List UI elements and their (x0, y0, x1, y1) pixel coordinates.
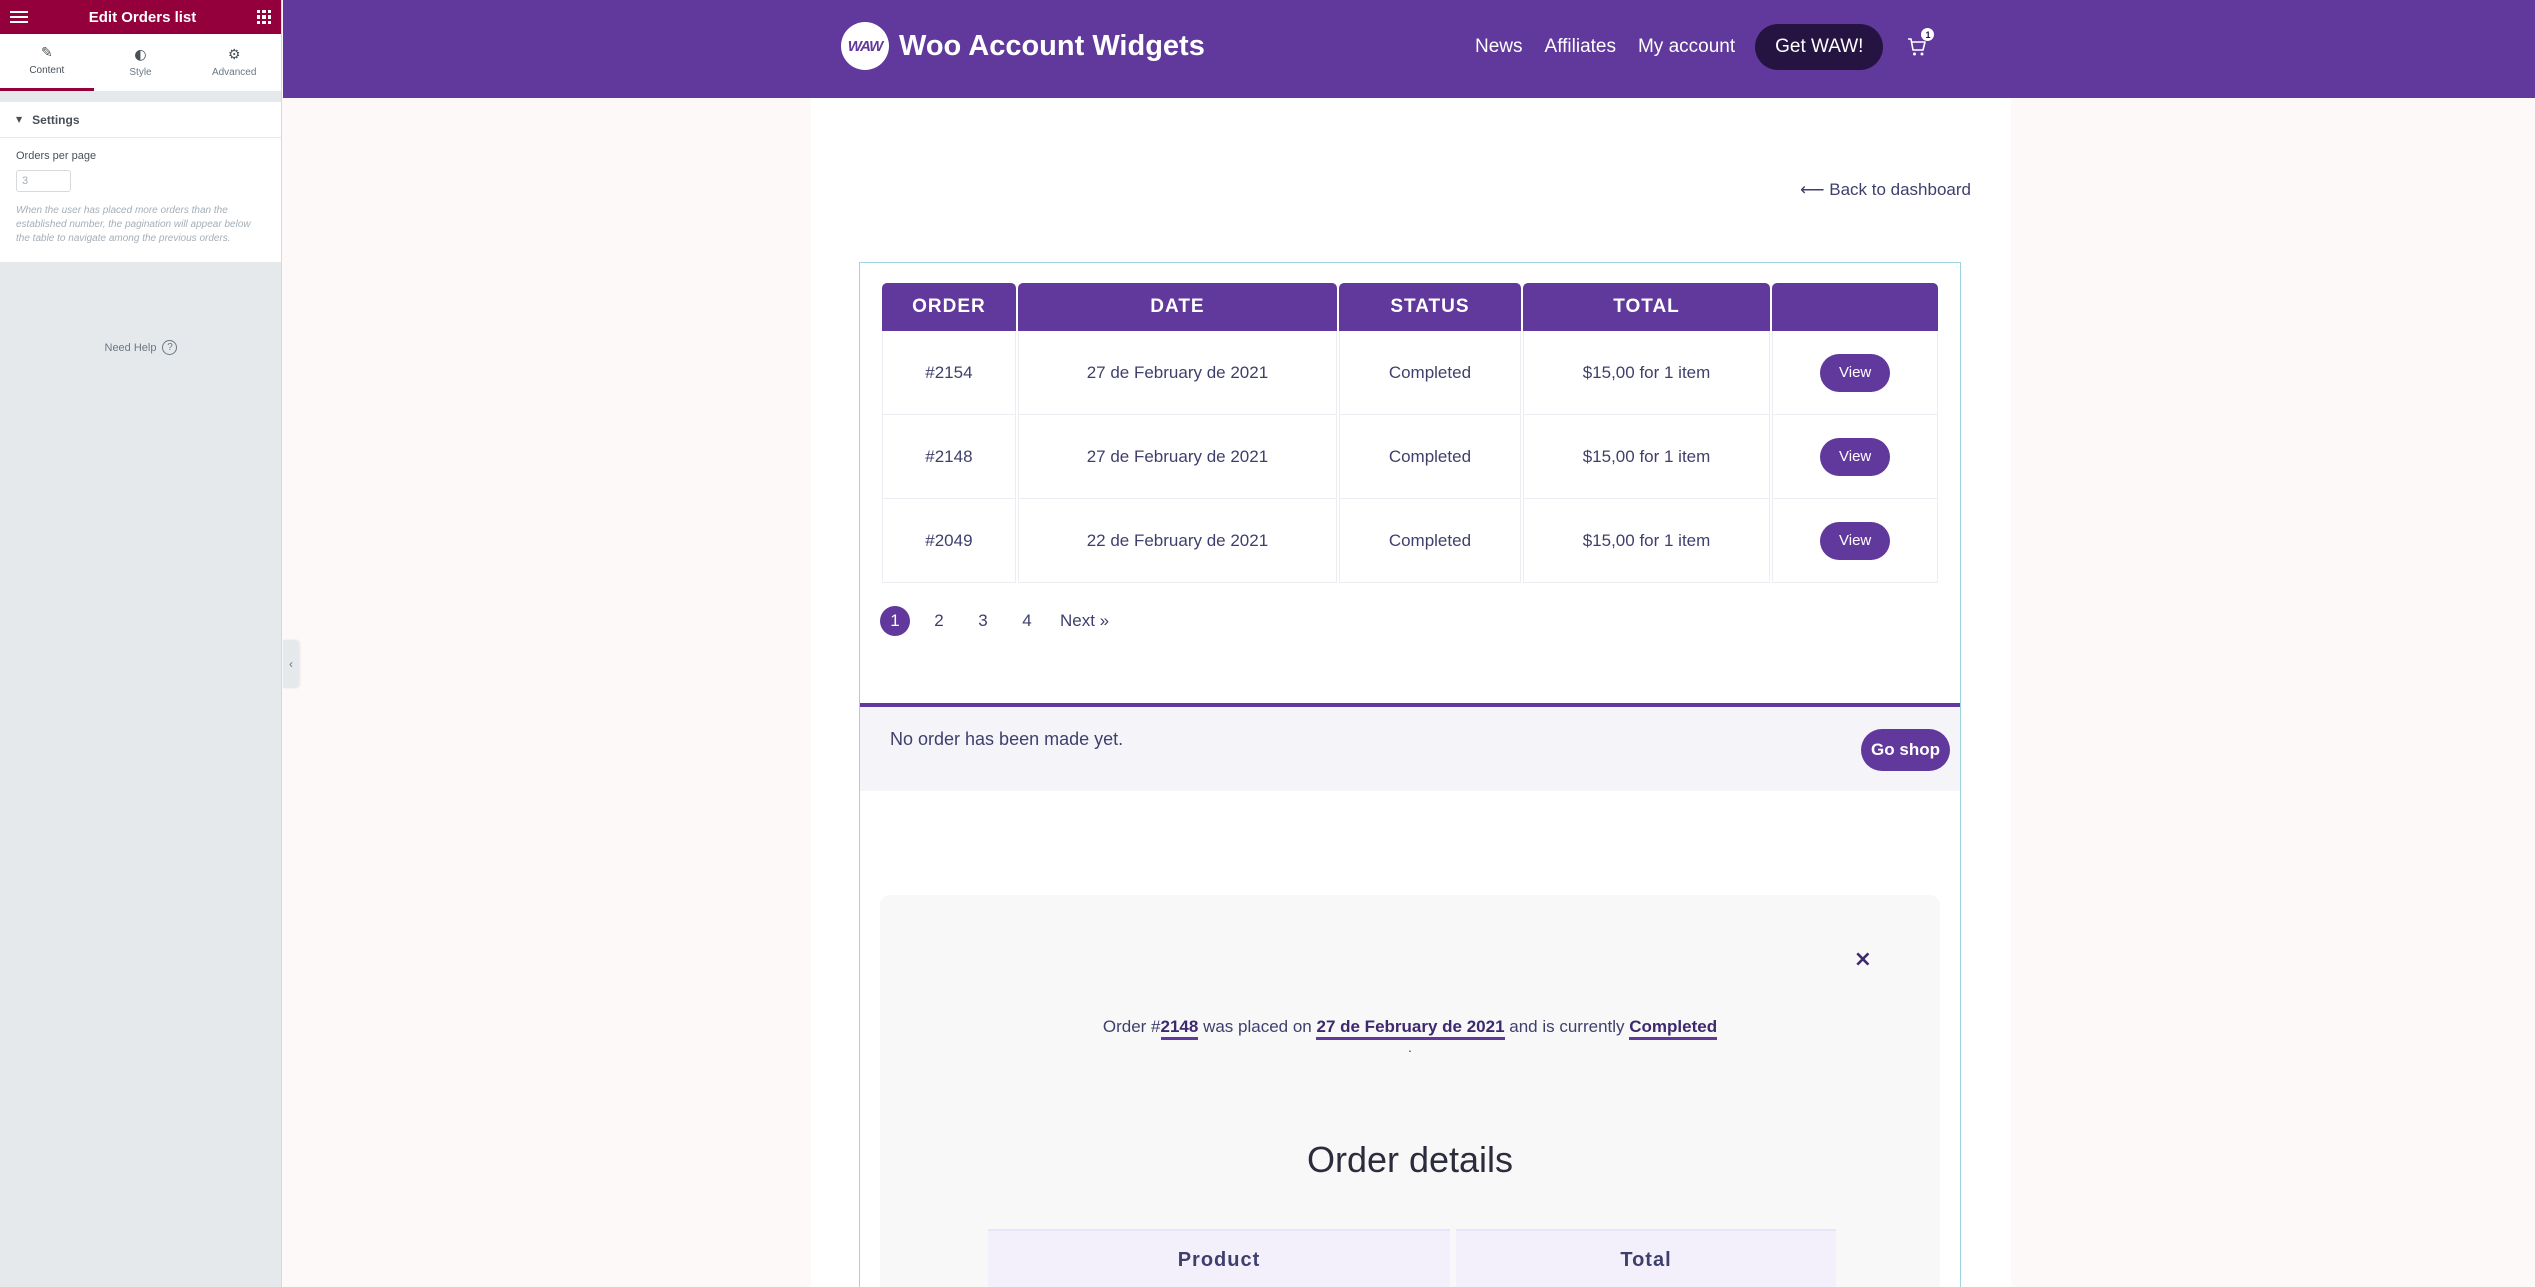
order-total: $15,00 for 1 item (1522, 331, 1771, 415)
pagination: 1 2 3 4 Next » (880, 606, 1109, 636)
order-summary-text: Order #2148 was placed on 27 de February… (880, 1017, 1940, 1040)
get-waw-button[interactable]: Get WAW! (1755, 24, 1884, 70)
order-status: Completed (1339, 415, 1521, 499)
order-detail-panel: × Order #2148 was placed on 27 de Februa… (880, 895, 1940, 1287)
panel-header: Edit Orders list (0, 0, 281, 34)
orders-per-page-input[interactable] (16, 170, 71, 192)
pencil-icon: ✎ (40, 45, 53, 61)
order-actions: View (1772, 499, 1938, 583)
settings-section-title: Settings (32, 112, 80, 127)
go-shop-button[interactable]: Go shop (1861, 729, 1950, 771)
cart-count-badge: 1 (1921, 28, 1935, 41)
order-date: 27 de February de 2021 (1017, 331, 1338, 415)
tab-style[interactable]: ◐ Style (94, 34, 188, 91)
next-page-link[interactable]: Next » (1060, 611, 1109, 631)
nav-my-account[interactable]: My account (1638, 36, 1735, 58)
order-total: $15,00 for 1 item (1522, 499, 1771, 583)
tab-advanced-label: Advanced (211, 66, 257, 78)
panel-tabs: ✎ Content ◐ Style ⚙ Advanced (0, 34, 281, 92)
page-content: ⟵ Back to dashboard ORDER DATE STATUS TO… (811, 98, 2011, 1287)
summary-placed: was placed on (1198, 1017, 1317, 1036)
summary-order-date: 27 de February de 2021 (1316, 1017, 1505, 1040)
summary-prefix: Order # (1102, 1017, 1161, 1036)
back-to-dashboard-link[interactable]: ⟵ Back to dashboard (1800, 180, 1971, 200)
order-number: #2148 (882, 415, 1016, 499)
nav-affiliates[interactable]: Affiliates (1545, 36, 1616, 58)
order-details-table-header: Product Total (988, 1229, 1836, 1287)
summary-order-status: Completed (1629, 1017, 1718, 1040)
table-row: #2148 27 de February de 2021 Completed $… (882, 415, 1938, 499)
help-icon: ? (162, 340, 178, 355)
editor-panel: Edit Orders list ✎ Content ◐ Style ⚙ Adv… (0, 0, 282, 1287)
settings-section-toggle[interactable]: ▼ Settings (0, 102, 281, 138)
site-header: WAW Woo Account Widgets News Affiliates … (283, 0, 2535, 98)
column-header-total: TOTAL (1522, 283, 1771, 331)
order-details-title: Order details (1306, 1139, 1514, 1180)
empty-orders-message: No order has been made yet. (890, 729, 1124, 749)
menu-icon[interactable] (10, 11, 28, 23)
orders-per-page-description: When the user has placed more orders tha… (16, 205, 251, 244)
empty-orders-notice: No order has been made yet. Go shop (860, 703, 1960, 791)
gear-icon: ⚙ (227, 46, 241, 63)
summary-order-number: 2148 (1160, 1017, 1199, 1040)
order-date: 27 de February de 2021 (1017, 415, 1338, 499)
column-header-order: ORDER (882, 283, 1016, 331)
order-status: Completed (1339, 331, 1521, 415)
nav-news[interactable]: News (1475, 36, 1523, 58)
order-actions: View (1772, 331, 1938, 415)
page-2-link[interactable]: 2 (924, 606, 954, 636)
details-column-product: Product (988, 1229, 1450, 1287)
widgets-grid-icon[interactable] (257, 10, 271, 24)
tab-content-label: Content (29, 65, 65, 76)
page-1-link[interactable]: 1 (880, 606, 910, 636)
view-order-button[interactable]: View (1820, 437, 1891, 476)
orders-widget[interactable]: ORDER DATE STATUS TOTAL #2154 27 de Febr… (859, 262, 1961, 1287)
summary-status-text: and is currently (1504, 1017, 1630, 1036)
orders-per-page-control: Orders per page When the user has placed… (0, 138, 281, 262)
need-help-label: Need Help (104, 341, 157, 354)
order-number: #2049 (882, 499, 1016, 583)
table-row: #2049 22 de February de 2021 Completed $… (882, 499, 1938, 583)
brand-name: Woo Account Widgets (899, 29, 1205, 62)
panel-body: ▼ Settings Orders per page When the user… (0, 102, 281, 262)
brand-logo-link[interactable]: WAW Woo Account Widgets (841, 22, 1205, 70)
orders-table: ORDER DATE STATUS TOTAL #2154 27 de Febr… (880, 283, 1940, 583)
main-nav: News Affiliates My account Get WAW! 1 (1475, 24, 1935, 70)
order-date: 22 de February de 2021 (1017, 499, 1338, 583)
view-order-button[interactable]: View (1820, 353, 1891, 392)
order-total: $15,00 for 1 item (1522, 415, 1771, 499)
order-number: #2154 (882, 331, 1016, 415)
panel-title: Edit Orders list (88, 8, 197, 26)
contrast-icon: ◐ (134, 46, 147, 63)
close-icon[interactable]: × (1854, 947, 1872, 972)
waw-logo-icon: WAW (841, 22, 889, 70)
caret-down-icon: ▼ (16, 115, 23, 124)
page-4-link[interactable]: 4 (1012, 606, 1042, 636)
column-header-status: STATUS (1339, 283, 1521, 331)
site-preview: WAW Woo Account Widgets News Affiliates … (283, 0, 2535, 1287)
tab-style-label: Style (129, 66, 152, 78)
page-3-link[interactable]: 3 (968, 606, 998, 636)
column-header-actions (1772, 283, 1938, 331)
details-column-total: Total (1456, 1229, 1836, 1287)
table-row: #2154 27 de February de 2021 Completed $… (882, 331, 1938, 415)
order-status: Completed (1339, 499, 1521, 583)
cart-icon[interactable]: 1 (1907, 28, 1935, 57)
orders-per-page-label: Orders per page (16, 150, 97, 162)
order-actions: View (1772, 415, 1938, 499)
tab-advanced[interactable]: ⚙ Advanced (187, 34, 281, 91)
tab-content[interactable]: ✎ Content (0, 34, 94, 91)
need-help-link[interactable]: Need Help ? (0, 340, 282, 355)
view-order-button[interactable]: View (1820, 521, 1891, 560)
summary-period: . (1408, 1039, 1412, 1055)
column-header-date: DATE (1017, 283, 1338, 331)
